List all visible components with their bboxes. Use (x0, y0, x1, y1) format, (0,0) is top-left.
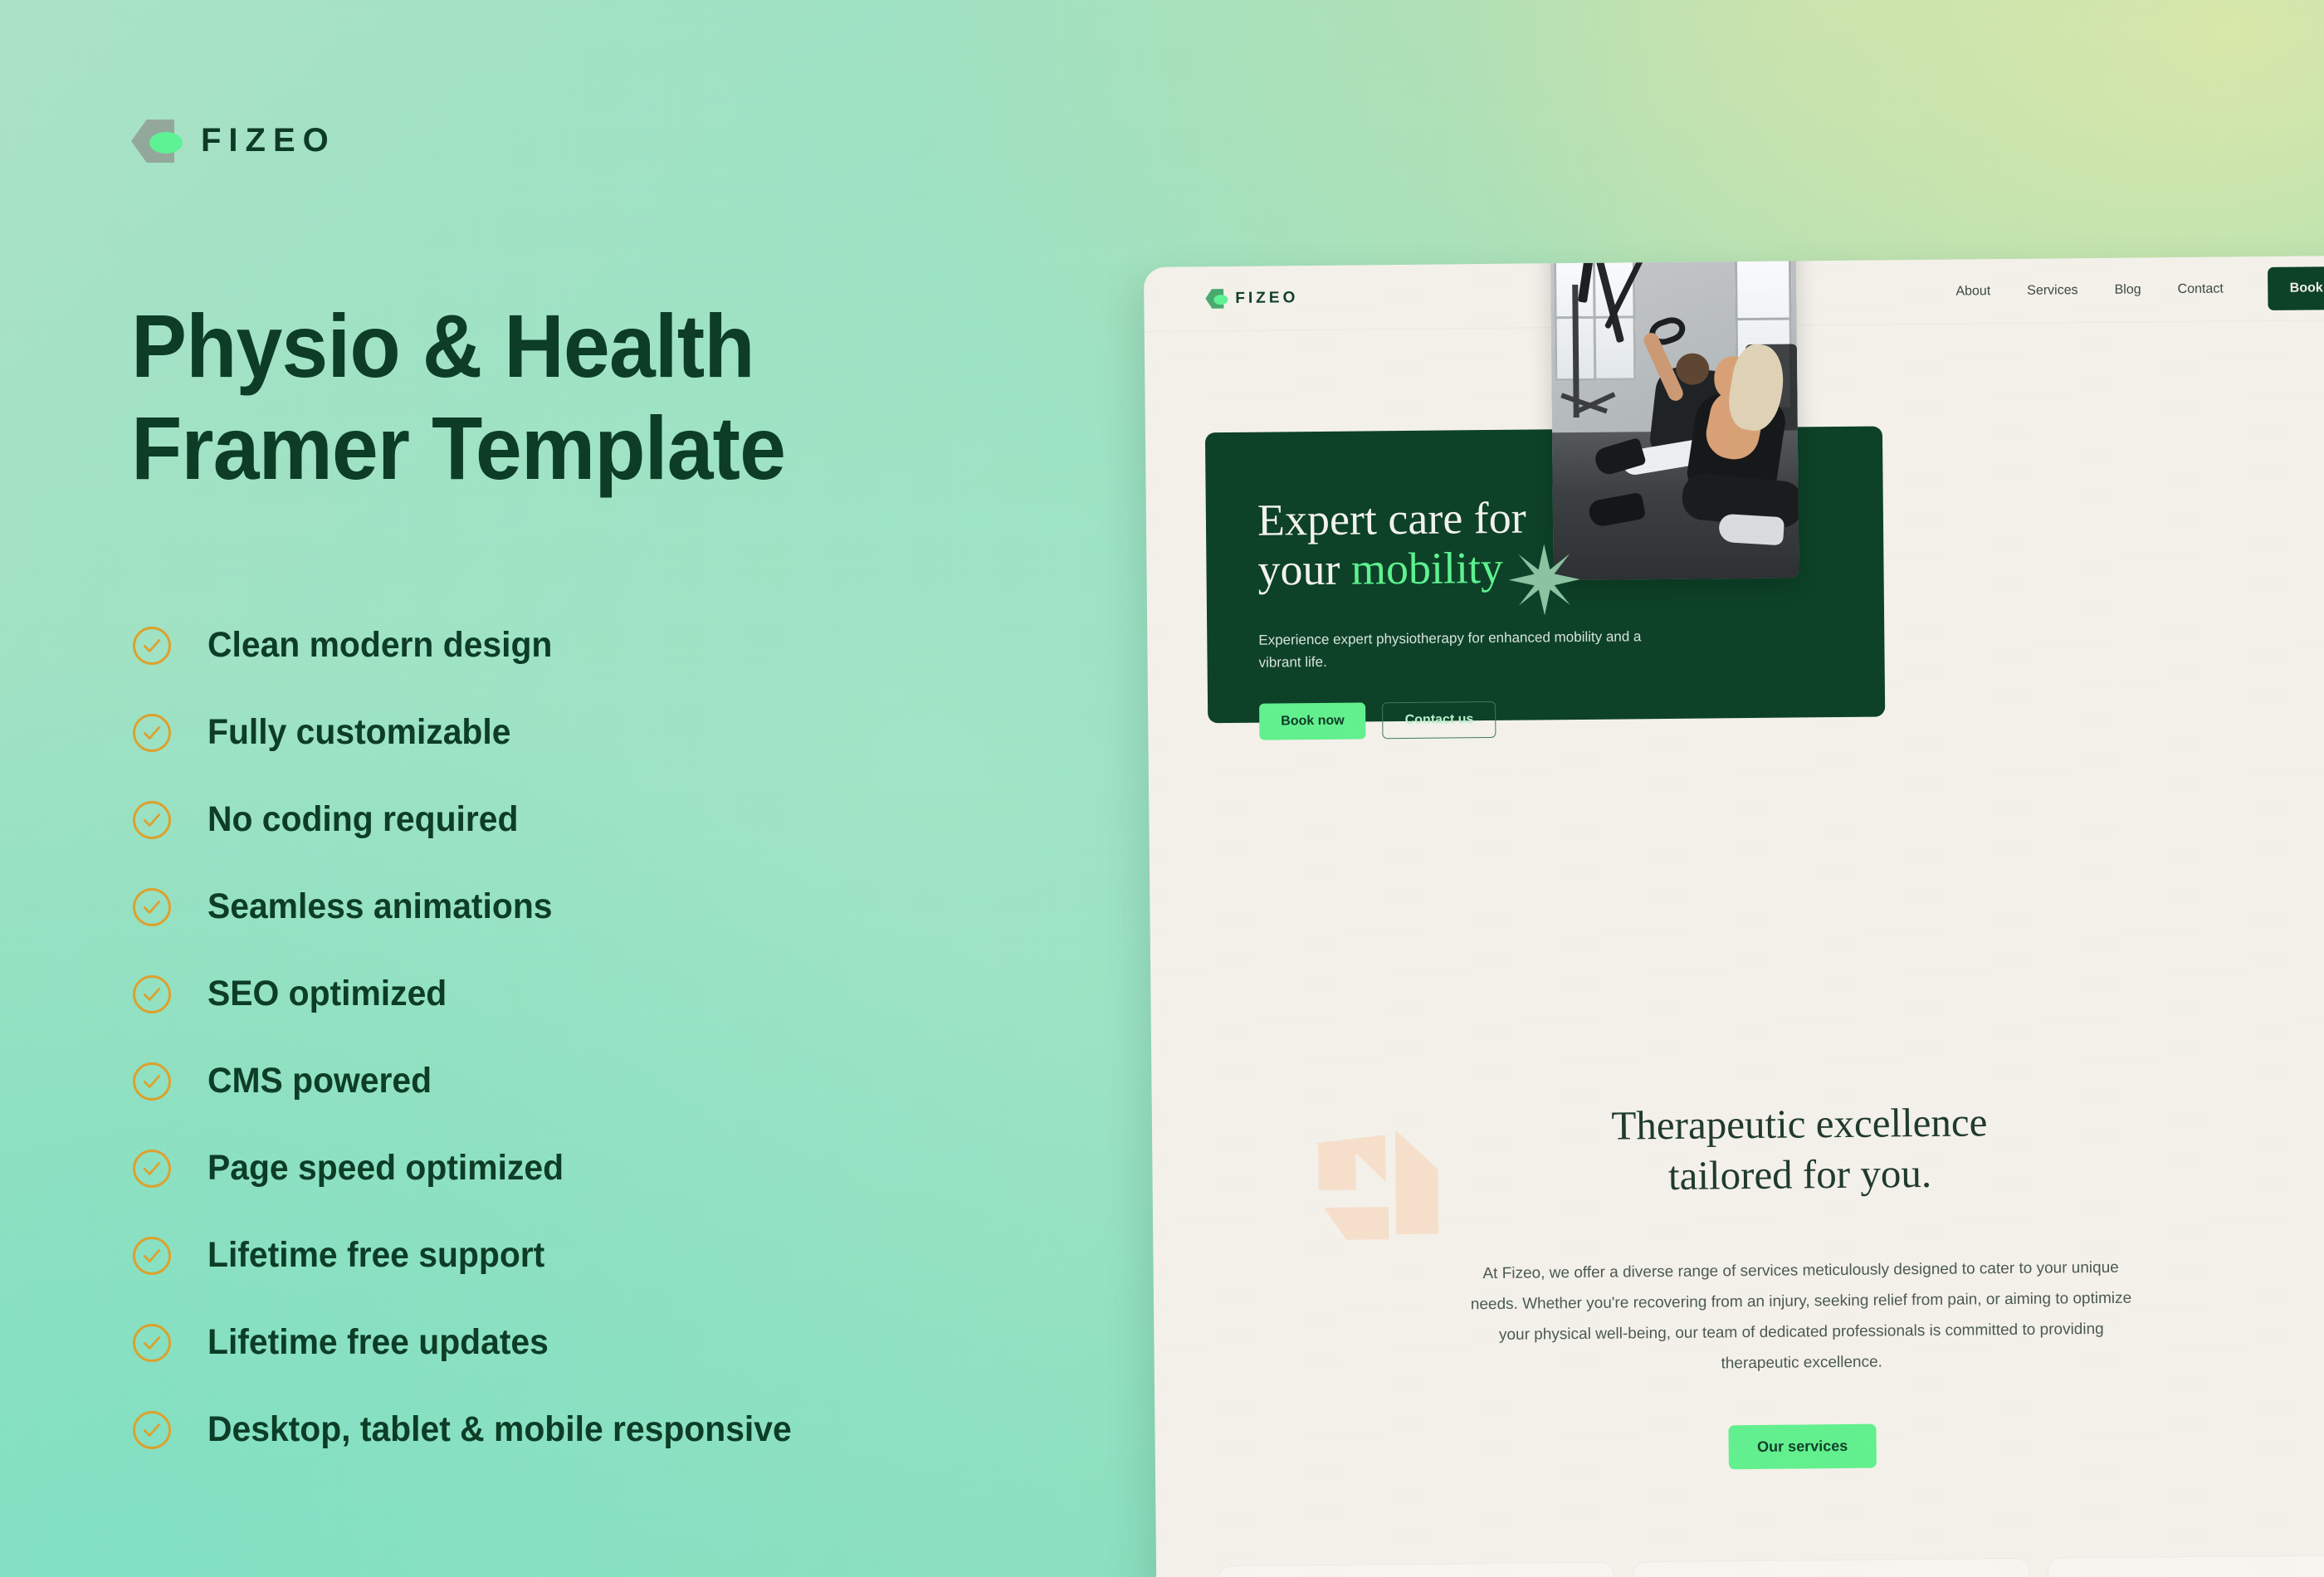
left-content-panel: FIZEO Physio & Health Framer Template Cl… (0, 0, 1162, 1577)
feature-item: Lifetime free updates (133, 1299, 823, 1386)
star-sparkle-icon (1508, 544, 1580, 616)
feature-item: CMS powered (133, 1038, 823, 1125)
section2-heading-line-2: tailored for you. (1667, 1150, 1932, 1199)
brand-logo: FIZEO (131, 116, 336, 164)
feature-item: SEO optimized (133, 950, 823, 1038)
mockup-brand-name: FIZEO (1235, 288, 1299, 307)
mockup-brand-logo[interactable]: FIZEO (1205, 288, 1298, 309)
feature-item: Lifetime free support (133, 1212, 823, 1299)
feature-list: Clean modern design Fully customizable No … (133, 602, 823, 1473)
section2-paragraph: At Fizeo, we offer a diverse range of se… (1470, 1258, 2132, 1373)
contact-us-button[interactable]: Contact us (1382, 701, 1496, 740)
hero-photo (1550, 255, 1799, 581)
section2-heading-line-1: Therapeutic excellence (1611, 1099, 1988, 1149)
our-services-button[interactable]: Our services (1728, 1423, 1877, 1469)
section-therapeutic-excellence: Therapeutic excellence tailored for you.… (1152, 1093, 2324, 1475)
feature-item: No coding required (133, 776, 823, 863)
hero-button-group: Book now Contact us (1259, 698, 1885, 740)
feature-item: Seamless animations (133, 863, 823, 950)
hero-paragraph: Experience expert physiotherapy for enha… (1258, 628, 1642, 671)
hero-heading-line-2-plain: your (1257, 544, 1352, 596)
check-circle-icon (133, 713, 171, 752)
fizeo-arrow-logo-icon-small (1205, 289, 1228, 309)
feature-item: Fully customizable (133, 689, 823, 776)
page-title: Physio & Health Framer Template (131, 295, 980, 499)
book-now-button[interactable]: Book now (1259, 702, 1366, 740)
service-card[interactable] (2047, 1554, 2324, 1577)
feature-label: SEO optimized (208, 974, 447, 1013)
feature-label: Desktop, tablet & mobile responsive (208, 1409, 792, 1449)
check-circle-icon (133, 887, 171, 926)
hero-heading-highlight: mobility (1350, 543, 1504, 595)
check-circle-icon (133, 974, 171, 1013)
check-circle-icon (133, 800, 171, 839)
check-circle-icon (133, 1062, 171, 1101)
feature-item: Clean modern design (133, 602, 823, 689)
mockup-nav-link[interactable]: About (1955, 284, 1990, 299)
headline-line-1: Physio & Health (131, 295, 755, 396)
mockup-nav-link[interactable]: Services (2027, 283, 2078, 299)
book-appointment-button[interactable]: Book an appointment (2268, 265, 2324, 310)
headline-line-2: Framer Template (131, 398, 786, 499)
feature-label: Fully customizable (208, 712, 511, 752)
feature-label: No coding required (208, 799, 519, 839)
peach-arrow-decoration-icon (1318, 1130, 1439, 1240)
feature-item: Desktop, tablet & mobile responsive (133, 1386, 823, 1473)
feature-label: Lifetime free updates (208, 1322, 549, 1362)
feature-label: Seamless animations (208, 886, 553, 926)
check-circle-icon (133, 626, 171, 665)
website-mockup: FIZEO About Services Blog Contact Book an a… (1144, 255, 2324, 1577)
service-card-row (1218, 1554, 2324, 1577)
mockup-nav-links: About Services Blog Contact (1955, 281, 2224, 299)
hero-heading-line-1: Expert care for (1257, 492, 1527, 545)
feature-label: CMS powered (208, 1061, 432, 1101)
fizeo-arrow-logo-icon (131, 116, 183, 164)
section2-button-row: Our services (1155, 1418, 2324, 1475)
check-circle-icon (133, 1236, 171, 1275)
service-card[interactable] (1218, 1561, 1616, 1577)
check-circle-icon (133, 1323, 171, 1362)
feature-label: Lifetime free support (208, 1235, 545, 1275)
mockup-nav-link[interactable]: Contact (2178, 281, 2224, 297)
check-circle-icon (133, 1410, 171, 1449)
service-card[interactable] (1632, 1557, 2031, 1577)
check-circle-icon (133, 1149, 171, 1188)
feature-label: Page speed optimized (208, 1148, 564, 1188)
feature-item: Page speed optimized (133, 1125, 823, 1212)
feature-label: Clean modern design (208, 625, 553, 665)
brand-name: FIZEO (201, 121, 336, 159)
mockup-nav-link[interactable]: Blog (2114, 282, 2141, 297)
